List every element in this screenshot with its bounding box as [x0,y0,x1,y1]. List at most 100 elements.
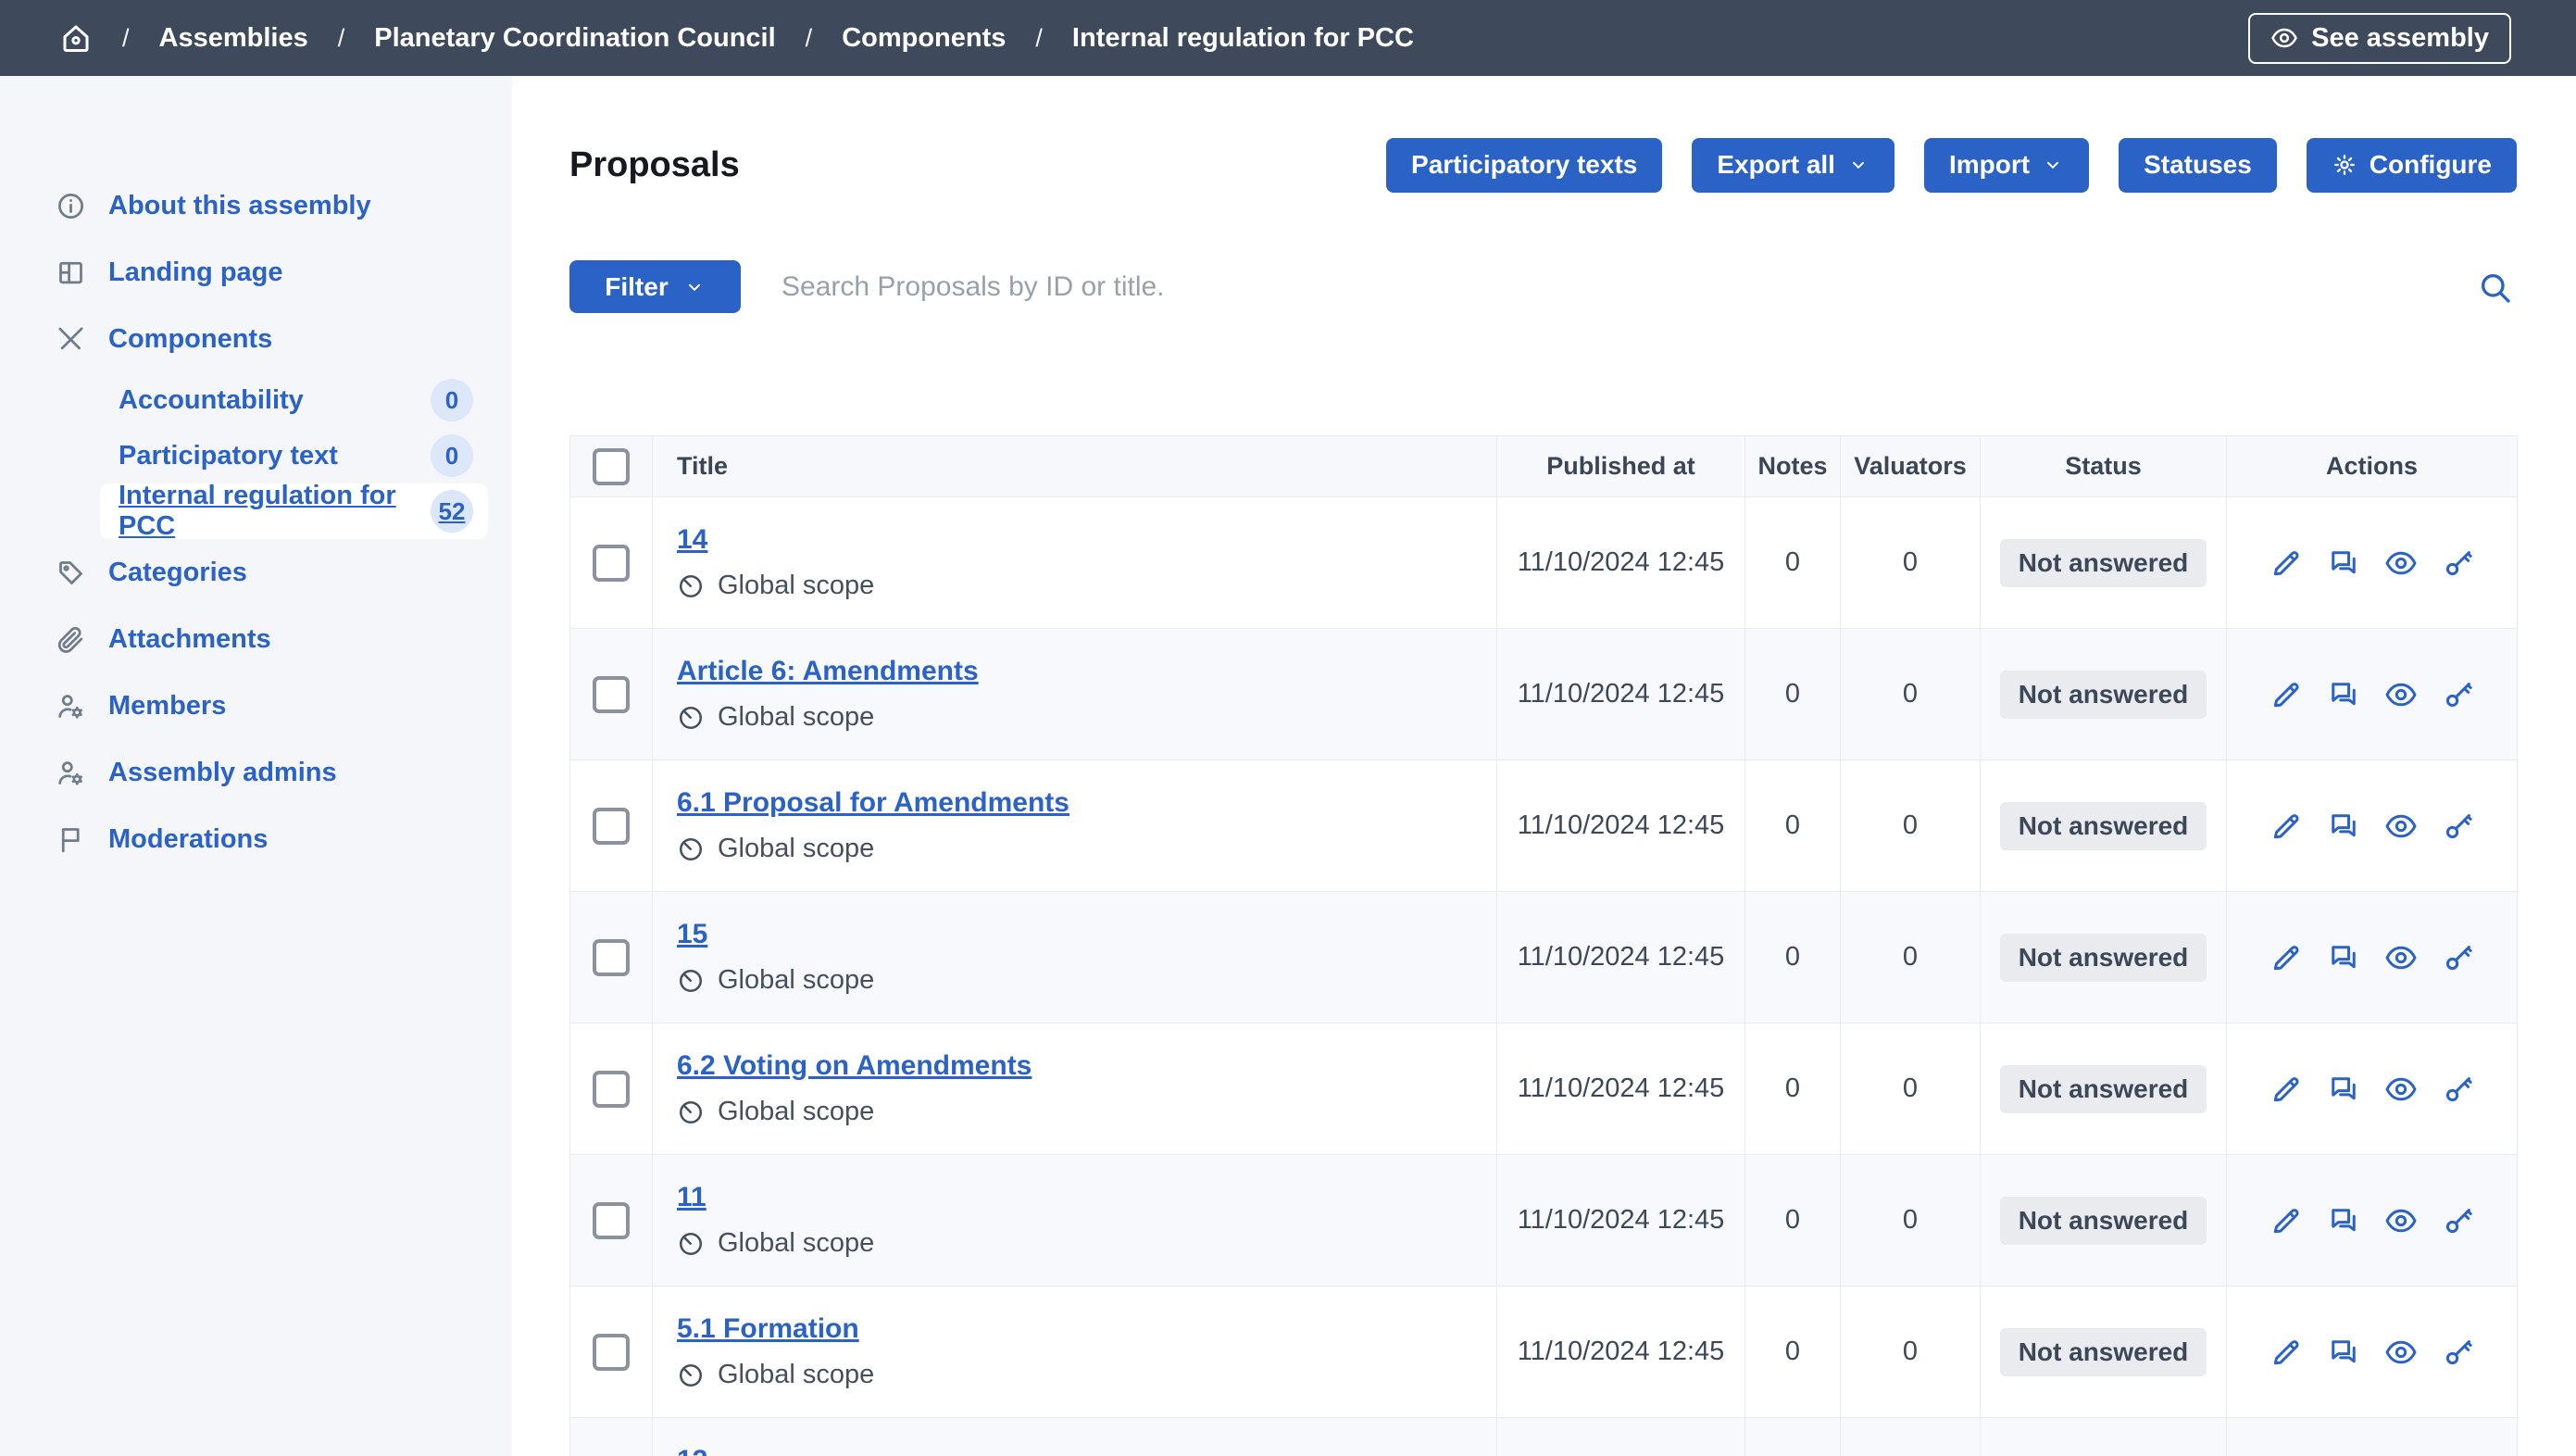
home-icon[interactable] [59,21,93,55]
search-input[interactable] [780,270,2476,304]
proposal-scope: Global scope [677,1097,1478,1127]
see-assembly-button[interactable]: See assembly [2248,13,2511,64]
published-at: 11/10/2024 12:45 [1497,760,1745,892]
proposal-scope: Global scope [677,834,1478,864]
import-button[interactable]: Import [1924,138,2089,193]
chat-icon[interactable] [2327,678,2360,711]
admin-app: /Assemblies/Planetary Coordination Counc… [0,0,2576,1456]
key-icon[interactable] [2442,810,2475,843]
row-checkbox[interactable] [593,676,630,713]
see-assembly-label: See assembly [2311,23,2489,54]
chat-icon[interactable] [2327,1073,2360,1106]
tools-icon [56,324,86,355]
button-label: Export all [1717,150,1835,180]
topbar: /Assemblies/Planetary Coordination Counc… [0,0,2576,76]
chat-icon[interactable] [2327,941,2360,974]
sidebar-item-categories[interactable]: Categories [0,539,512,606]
row-checkbox[interactable] [593,1071,630,1108]
row-checkbox[interactable] [593,1202,630,1239]
filter-label: Filter [605,272,668,302]
participatory-texts-button[interactable]: Participatory texts [1386,138,1662,193]
chat-icon[interactable] [2327,1204,2360,1237]
proposal-title-link[interactable]: 6.2 Voting on Amendments [677,1050,1032,1081]
eye-icon[interactable] [2384,1204,2418,1237]
eye-icon[interactable] [2384,1073,2418,1106]
row-checkbox[interactable] [593,939,630,976]
proposal-title-link[interactable]: Article 6: Amendments [677,656,979,686]
sidebar-item-label: Moderations [108,824,268,855]
proposal-title-link[interactable]: 11 [677,1182,707,1212]
status-badge: Not answered [2000,1197,2207,1245]
pencil-icon[interactable] [2270,678,2303,711]
row-checkbox[interactable] [593,1334,630,1371]
valuators-count: 0 [1841,1418,1981,1456]
statuses-button[interactable]: Statuses [2119,138,2277,193]
proposal-title-link[interactable]: 5.1 Formation [677,1313,859,1344]
eye-icon[interactable] [2384,810,2418,843]
published-at: 11/10/2024 12:45 [1497,1287,1745,1418]
breadcrumb-item[interactable]: Components [842,23,1006,54]
chat-icon[interactable] [2327,546,2360,580]
row-checkbox[interactable] [593,808,630,845]
pencil-icon[interactable] [2270,941,2303,974]
key-icon[interactable] [2442,941,2475,974]
status-badge: Not answered [2000,671,2207,719]
sidebar-item-assembly-admins[interactable]: Assembly admins [0,739,512,806]
breadcrumb-item[interactable]: Planetary Coordination Council [374,23,775,54]
table-row: 6.2 Voting on AmendmentsGlobal scope11/1… [570,1023,2518,1155]
globe-icon [677,1230,705,1258]
key-icon[interactable] [2442,678,2475,711]
sidebar-subitem-label: Internal regulation for PCC [119,481,431,542]
breadcrumb-separator: / [338,24,345,53]
key-icon[interactable] [2442,1073,2475,1106]
proposal-scope: Global scope [677,571,1478,601]
notes-count: 0 [1745,1155,1841,1287]
pencil-icon[interactable] [2270,1073,2303,1106]
proposal-scope: Global scope [677,1228,1478,1259]
sidebar-item-attachments[interactable]: Attachments [0,606,512,672]
pencil-icon[interactable] [2270,810,2303,843]
sidebar-item-participatory-text[interactable]: Participatory text0 [100,428,488,483]
breadcrumb-item[interactable]: Internal regulation for PCC [1072,23,1414,54]
filter-button[interactable]: Filter [569,260,741,313]
sidebar-item-accountability[interactable]: Accountability0 [100,372,488,428]
key-icon[interactable] [2442,546,2475,580]
pencil-icon[interactable] [2270,546,2303,580]
row-checkbox[interactable] [593,545,630,582]
pencil-icon[interactable] [2270,1204,2303,1237]
key-icon[interactable] [2442,1336,2475,1369]
sidebar-item-members[interactable]: Members [0,672,512,739]
sidebar-item-components[interactable]: Components [0,306,512,372]
search-button[interactable] [2476,267,2517,308]
valuators-count: 0 [1841,497,1981,629]
proposal-title-link[interactable]: 6.1 Proposal for Amendments [677,787,1069,818]
key-icon[interactable] [2442,1204,2475,1237]
eye-icon[interactable] [2384,1336,2418,1369]
pencil-icon[interactable] [2270,1336,2303,1369]
paperclip-icon [56,624,86,655]
gear-icon [2332,152,2357,178]
eye-icon[interactable] [2384,941,2418,974]
select-all-checkbox[interactable] [593,448,630,485]
button-label: Import [1949,150,2030,180]
proposal-title-link[interactable]: 12 [677,1445,707,1456]
sidebar-item-internal-regulation-for-pcc[interactable]: Internal regulation for PCC52 [100,483,488,539]
valuators-count: 0 [1841,892,1981,1023]
sidebar-item-moderations[interactable]: Moderations [0,806,512,872]
proposal-title-link[interactable]: 15 [677,919,707,949]
proposal-title-link[interactable]: 14 [677,524,707,555]
chat-icon[interactable] [2327,810,2360,843]
status-badge: Not answered [2000,1328,2207,1376]
export-all-button[interactable]: Export all [1692,138,1894,193]
table-row: 5.1 FormationGlobal scope11/10/2024 12:4… [570,1287,2518,1418]
user-gear-icon [56,691,86,722]
sidebar-item-about-this-assembly[interactable]: About this assembly [0,172,512,239]
eye-icon[interactable] [2384,678,2418,711]
configure-button[interactable]: Configure [2307,138,2517,193]
content: Proposals Participatory textsExport allI… [512,76,2576,1456]
breadcrumb-item[interactable]: Assemblies [159,23,308,54]
chat-icon[interactable] [2327,1336,2360,1369]
eye-icon[interactable] [2384,546,2418,580]
row-actions [2228,810,2516,843]
sidebar-item-landing-page[interactable]: Landing page [0,239,512,306]
